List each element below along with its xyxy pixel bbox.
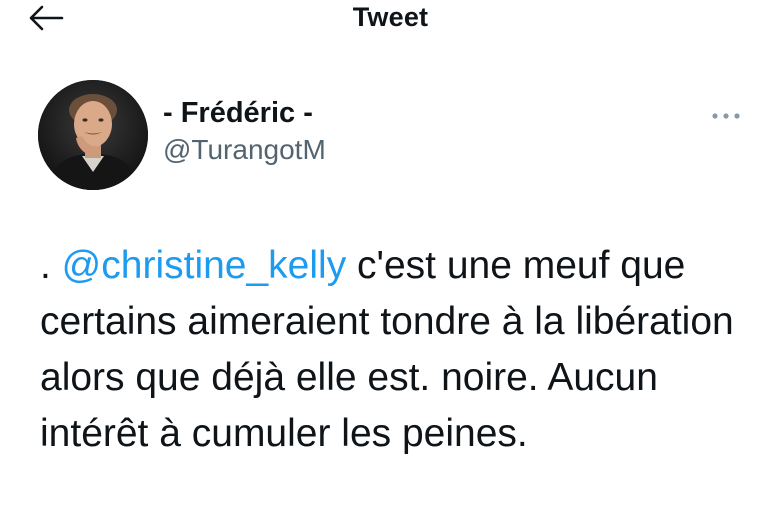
tweet-text: . @christine_kelly c'est une meuf que ce… <box>40 238 740 462</box>
avatar[interactable] <box>38 80 148 190</box>
author-info: - Frédéric - @TurangotM <box>163 96 326 166</box>
user-handle[interactable]: @TurangotM <box>163 134 326 166</box>
tweet-text-prefix: . <box>40 244 62 287</box>
display-name[interactable]: - Frédéric - <box>163 96 326 130</box>
top-bar: Tweet <box>0 0 781 40</box>
more-options-button[interactable] <box>706 104 746 128</box>
mention-link[interactable]: @christine_kelly <box>62 244 347 287</box>
more-horizontal-icon <box>711 107 741 125</box>
page-title: Tweet <box>352 2 429 32</box>
